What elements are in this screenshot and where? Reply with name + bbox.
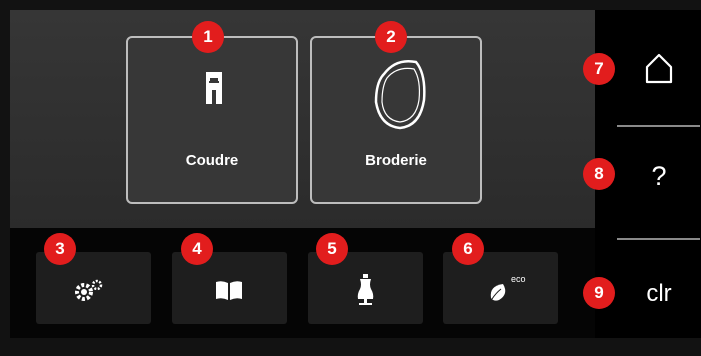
eco-label: eco <box>511 274 526 284</box>
embroidery-hoop-icon <box>374 60 426 130</box>
main-area <box>10 10 595 228</box>
home-icon <box>645 53 673 84</box>
callout-4: 4 <box>181 233 213 265</box>
question-icon: ? <box>651 161 667 191</box>
clear-label: clr <box>646 280 672 307</box>
clear-button[interactable]: clr <box>617 250 701 330</box>
help-button[interactable]: ? <box>617 137 701 217</box>
sewing-machine-screen: Coudre Broderie eco ? clr 1 2 3 4 5 6 7 … <box>0 0 701 356</box>
side-divider-top <box>617 125 700 127</box>
callout-8: 8 <box>583 158 615 190</box>
sewing-mode-button[interactable]: Coudre <box>126 36 298 204</box>
side-divider-bottom <box>617 238 700 240</box>
callout-6: 6 <box>452 233 484 265</box>
callout-5: 5 <box>316 233 348 265</box>
callout-1: 1 <box>192 21 224 53</box>
callout-7: 7 <box>583 53 615 85</box>
callout-2: 2 <box>375 21 407 53</box>
callout-9: 9 <box>583 277 615 309</box>
embroidery-mode-button[interactable]: Broderie <box>310 36 482 204</box>
home-button[interactable] <box>617 30 701 110</box>
embroidery-mode-label: Broderie <box>365 152 427 169</box>
presser-foot-icon <box>206 72 222 104</box>
callout-3: 3 <box>44 233 76 265</box>
sewing-mode-label: Coudre <box>185 152 239 169</box>
